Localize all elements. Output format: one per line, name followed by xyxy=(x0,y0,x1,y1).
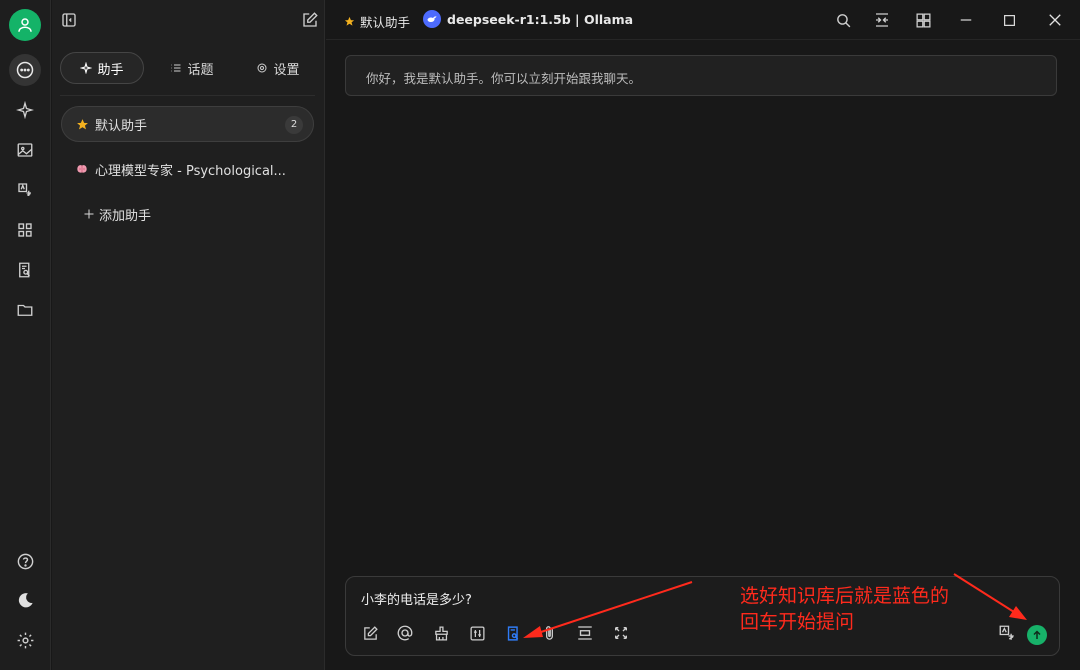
narrow-mode-icon[interactable] xyxy=(870,8,894,32)
layout-icon[interactable] xyxy=(911,8,935,32)
moon-icon[interactable] xyxy=(9,584,41,616)
translate-icon[interactable] xyxy=(997,623,1017,643)
brain-icon xyxy=(77,165,87,173)
assistant-panel: 助手 话题 设置 默认助手 2 心理模型专家 - Psychological..… xyxy=(52,0,325,670)
greeting-message: 你好，我是默认助手。你可以立刻开始跟我聊天。 xyxy=(345,55,1057,96)
plus-icon xyxy=(84,209,94,219)
sparkle-icon xyxy=(80,62,93,74)
assistant-label: 心理模型专家 - Psychological... xyxy=(95,163,286,179)
apps-icon[interactable] xyxy=(9,214,41,246)
tab-assistants[interactable]: 助手 xyxy=(60,52,144,84)
send-button[interactable] xyxy=(1027,625,1047,645)
message-composer[interactable]: 小李的电话是多少? xyxy=(345,576,1060,656)
gear-icon xyxy=(257,63,267,73)
clear-icon[interactable] xyxy=(431,623,451,643)
star-icon xyxy=(77,118,88,129)
model-selector[interactable]: deepseek-r1:1.5b | Ollama xyxy=(423,10,633,28)
knowledge-base-icon[interactable] xyxy=(503,623,523,643)
new-topic-icon[interactable] xyxy=(360,623,380,643)
model-label: deepseek-r1:1.5b | Ollama xyxy=(447,11,634,27)
tab-topics[interactable]: 话题 xyxy=(152,52,232,84)
add-assistant-label: 添加助手 xyxy=(99,208,152,224)
translate-icon[interactable] xyxy=(9,174,41,206)
annotation-text: 选好知识库后就是蓝色的 回车开始提问 xyxy=(740,583,949,635)
send-icon xyxy=(1033,630,1041,639)
expand-icon[interactable] xyxy=(611,623,631,643)
attachment-icon[interactable] xyxy=(539,623,559,643)
close-icon[interactable] xyxy=(1043,8,1067,32)
topic-count-badge: 2 xyxy=(285,116,303,134)
sidebar-tabs: 助手 话题 设置 xyxy=(60,52,315,84)
star-icon xyxy=(344,16,355,26)
chat-header: 默认助手 deepseek-r1:1.5b | Ollama xyxy=(326,0,1080,40)
search-icon[interactable] xyxy=(831,8,855,32)
tab-label: 设置 xyxy=(273,62,300,78)
assistant-title[interactable]: 默认助手 xyxy=(344,12,410,31)
new-chat-icon[interactable] xyxy=(298,8,322,32)
assistant-item-psychology[interactable]: 心理模型专家 - Psychological... xyxy=(61,151,314,187)
folder-icon[interactable] xyxy=(9,294,41,326)
tab-settings[interactable]: 设置 xyxy=(238,52,318,84)
assistant-item-default[interactable]: 默认助手 2 xyxy=(61,106,314,142)
collapse-icon[interactable] xyxy=(575,623,595,643)
divider xyxy=(60,95,315,96)
add-assistant-button[interactable]: 添加助手 xyxy=(61,196,314,232)
chat-icon[interactable] xyxy=(9,54,41,86)
assistant-title-text: 默认助手 xyxy=(360,15,411,30)
help-icon[interactable] xyxy=(9,545,41,577)
assistant-label: 默认助手 xyxy=(95,118,148,134)
toggle-sidebar-icon[interactable] xyxy=(57,8,81,32)
maximize-icon[interactable] xyxy=(997,8,1021,32)
tab-label: 助手 xyxy=(97,62,124,78)
tab-label: 话题 xyxy=(187,62,214,78)
list-icon xyxy=(171,64,181,72)
nav-rail xyxy=(0,0,51,670)
deepseek-logo-icon xyxy=(423,10,441,28)
sparkle-icon[interactable] xyxy=(9,94,41,126)
avatar[interactable] xyxy=(9,9,41,41)
minimize-icon[interactable] xyxy=(954,8,978,32)
annotation-line-2: 回车开始提问 xyxy=(740,611,855,633)
annotation-line-1: 选好知识库后就是蓝色的 xyxy=(740,585,950,607)
knowledge-icon[interactable] xyxy=(9,254,41,286)
gear-icon[interactable] xyxy=(9,624,41,656)
image-icon[interactable] xyxy=(9,134,41,166)
settings-sliders-icon[interactable] xyxy=(467,623,487,643)
message-input[interactable]: 小李的电话是多少? xyxy=(361,589,472,608)
mention-icon[interactable] xyxy=(395,623,415,643)
